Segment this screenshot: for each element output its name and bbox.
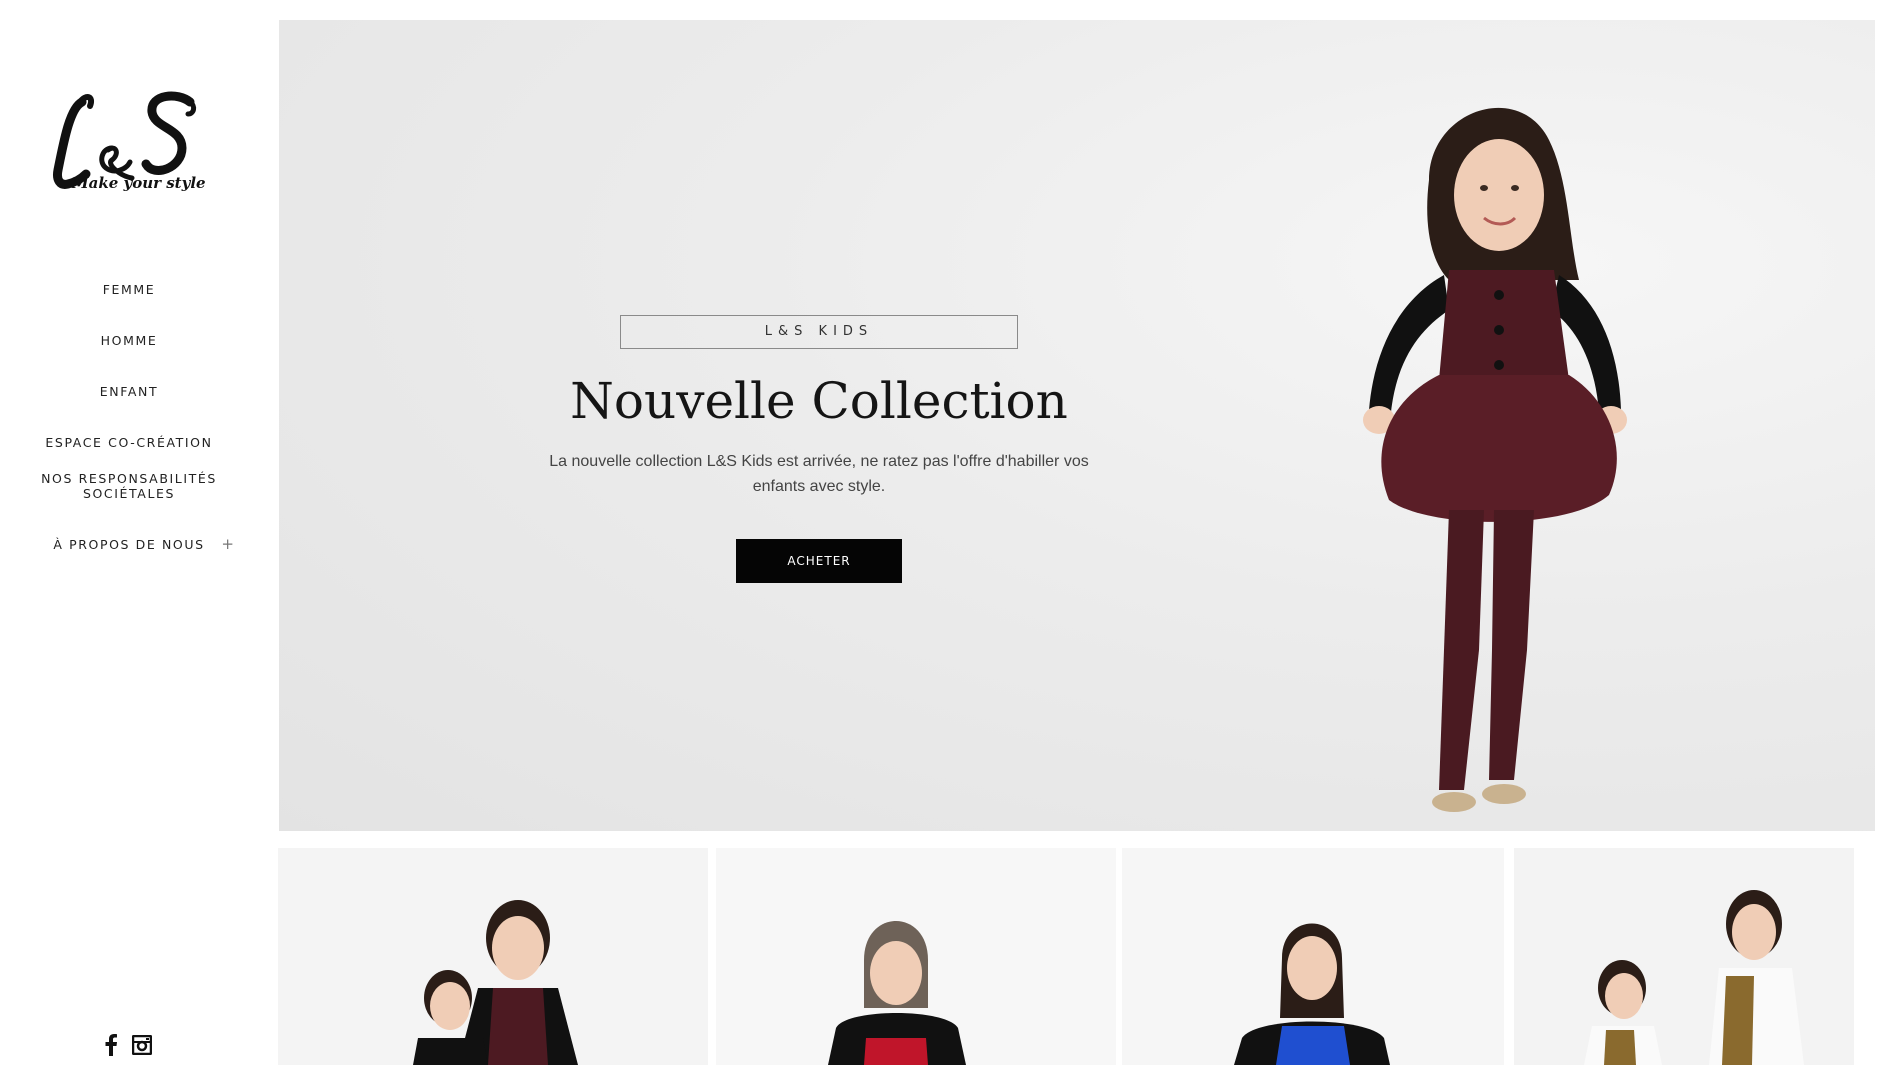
thumbnail-kids-leopard[interactable] bbox=[1514, 848, 1854, 1065]
nav-item-label: ESPACE CO-CRÉATION bbox=[45, 435, 213, 450]
nav-item-enfant[interactable]: ENFANT bbox=[0, 384, 258, 399]
hero-tag: L&S KIDS bbox=[620, 315, 1018, 349]
nav-item-label: ENFANT bbox=[99, 384, 159, 399]
nav-item-label: À PROPOS DE NOUS bbox=[53, 537, 205, 552]
nav-item-label: FEMME bbox=[102, 282, 156, 297]
facebook-icon[interactable] bbox=[104, 1034, 118, 1061]
hero-model-image bbox=[1363, 107, 1627, 812]
social-links bbox=[104, 1034, 153, 1061]
instagram-icon[interactable] bbox=[131, 1034, 153, 1060]
product-thumbnails bbox=[258, 848, 1893, 1065]
hero-content: L&S KIDS Nouvelle Collection La nouvelle… bbox=[539, 315, 1099, 583]
hero-description: La nouvelle collection L&S Kids est arri… bbox=[549, 453, 1089, 495]
nav-item-homme[interactable]: HOMME bbox=[0, 333, 258, 348]
logo-tagline: Make your style bbox=[72, 174, 206, 192]
thumbnail-kid-red[interactable] bbox=[716, 848, 1116, 1065]
sidebar: Make your style FEMME HOMME ENFANT ESPAC… bbox=[0, 0, 258, 1065]
hero-banner: L&S KIDS Nouvelle Collection La nouvelle… bbox=[279, 20, 1875, 831]
nav-item-a-propos[interactable]: À PROPOS DE NOUS + bbox=[0, 537, 258, 553]
logo[interactable]: Make your style bbox=[50, 88, 210, 208]
expand-plus-icon[interactable]: + bbox=[221, 537, 234, 552]
hero-title: Nouvelle Collection bbox=[570, 372, 1068, 430]
nav-item-label: NOS RESPONSABILITÉS SOCIÉTALES bbox=[41, 471, 217, 501]
shop-button[interactable]: ACHETER bbox=[736, 539, 902, 583]
thumbnail-kids-burgundy[interactable] bbox=[278, 848, 708, 1065]
thumbnail-kid-blue[interactable] bbox=[1122, 848, 1504, 1065]
nav-item-femme[interactable]: FEMME bbox=[0, 282, 258, 297]
nav-item-label: HOMME bbox=[100, 333, 158, 348]
nav-item-espace-co-creation[interactable]: ESPACE CO-CRÉATION bbox=[0, 435, 258, 450]
nav-item-responsabilites[interactable]: NOS RESPONSABILITÉS SOCIÉTALES bbox=[0, 471, 258, 501]
